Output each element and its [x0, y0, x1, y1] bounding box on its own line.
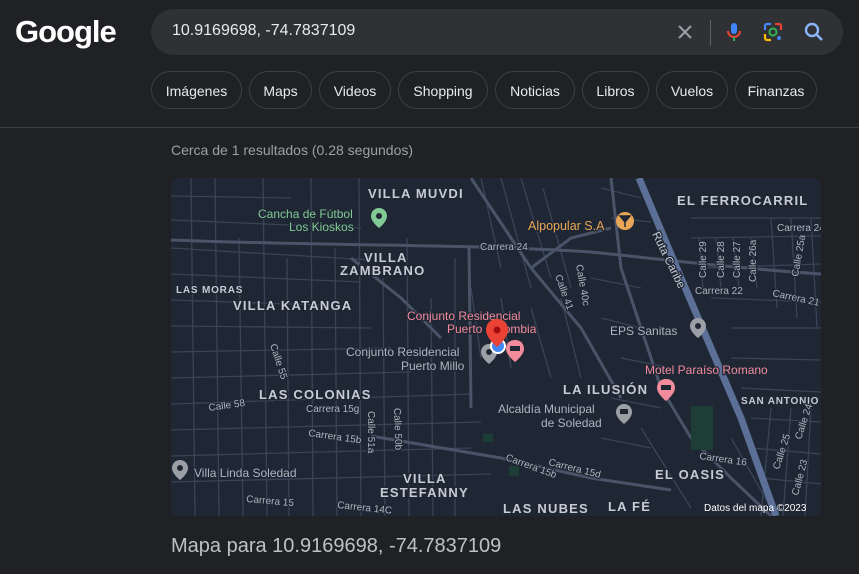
tab-videos[interactable]: Videos [319, 71, 391, 109]
poi-eps-label: EPS Sanitas [610, 324, 677, 338]
park-area-small [483, 434, 493, 442]
street-calle-29: Calle 29 [698, 241, 709, 278]
map-panel[interactable]: VILLA MUVDI VILLA ZAMBRANO VILLA KATANGA… [171, 178, 821, 516]
search-box[interactable]: 10.9169698, -74.7837109 [151, 9, 843, 55]
street-carrera-24-b: Carrera 24 [777, 223, 821, 234]
poi-alpopular-marker[interactable] [616, 212, 634, 230]
street-calle-51a: Calle 51a [365, 411, 376, 454]
park-area [691, 406, 713, 450]
poi-motel-label: Motel Paraíso Romano [645, 363, 768, 377]
street-carrera-22: Carrera 22 [695, 286, 743, 297]
poi-alcaldia-label-2: de Soledad [541, 416, 602, 430]
map-canvas[interactable]: VILLA MUVDI VILLA ZAMBRANO VILLA KATANGA… [171, 178, 821, 516]
result-stats: Cerca de 1 resultados (0.28 segundos) [171, 142, 414, 158]
search-box-divider [710, 20, 711, 46]
poi-cancha-label-2: Los Kioskos [289, 220, 354, 234]
header-divider [0, 127, 859, 128]
tab-maps[interactable]: Maps [249, 71, 312, 109]
street-calle-27: Calle 27 [732, 241, 743, 278]
label-la-ilusion: LA ILUSIÓN [563, 382, 648, 397]
tab-finanzas[interactable]: Finanzas [735, 71, 817, 109]
microphone-icon[interactable] [722, 20, 746, 44]
poi-alpopular-label: Alpopular S.A [528, 219, 605, 233]
search-icon[interactable] [802, 20, 826, 44]
poi-villa-linda-label: Villa Linda Soledad [194, 466, 297, 480]
poi-conjunto-millo-label-2: Puerto Millo [401, 359, 465, 373]
tab-vuelos[interactable]: Vuelos [656, 71, 728, 109]
google-logo[interactable]: Google [15, 14, 117, 50]
tab-shopping[interactable]: Shopping [398, 71, 488, 109]
search-input[interactable]: 10.9169698, -74.7837109 [172, 22, 355, 40]
lens-camera-icon[interactable] [761, 20, 785, 44]
label-las-colonias: LAS COLONIAS [259, 387, 372, 402]
clear-icon[interactable] [673, 20, 697, 44]
map-attribution[interactable]: Datos del mapa ©2023 [704, 503, 807, 514]
label-villa-estefanny-2: ESTEFANNY [380, 485, 469, 500]
label-villa-muvdi: VILLA MUVDI [368, 186, 464, 201]
label-villa-zambrano-2: ZAMBRANO [340, 263, 425, 278]
label-la-fe: LA FÉ [608, 499, 651, 514]
street-calle-26a: Calle 26a [748, 239, 759, 282]
label-villa-katanga: VILLA KATANGA [233, 298, 352, 313]
street-calle-50b: Calle 50b [391, 408, 403, 451]
label-el-oasis: EL OASIS [655, 467, 725, 482]
tab-imagenes[interactable]: Imágenes [151, 71, 242, 109]
label-las-nubes: LAS NUBES [503, 501, 589, 516]
poi-cancha-label-1: Cancha de Fútbol [258, 207, 353, 221]
tab-noticias[interactable]: Noticias [495, 71, 575, 109]
poi-alcaldia-label-1: Alcaldía Municipal [498, 402, 595, 416]
poi-conjunto-millo-label-1: Conjunto Residencial [346, 345, 459, 359]
map-caption[interactable]: Mapa para 10.9169698, -74.7837109 [171, 535, 501, 558]
street-carrera-15g: Carrera 15g [306, 404, 359, 415]
tab-libros[interactable]: Libros [582, 71, 649, 109]
label-las-moras: LAS MORAS [176, 285, 243, 296]
label-villa-estefanny-1: VILLA [403, 471, 447, 486]
street-carrera-24: Carrera 24 [480, 242, 528, 253]
label-el-ferrocarril: EL FERROCARRIL [677, 193, 808, 208]
street-calle-28: Calle 28 [716, 241, 727, 278]
